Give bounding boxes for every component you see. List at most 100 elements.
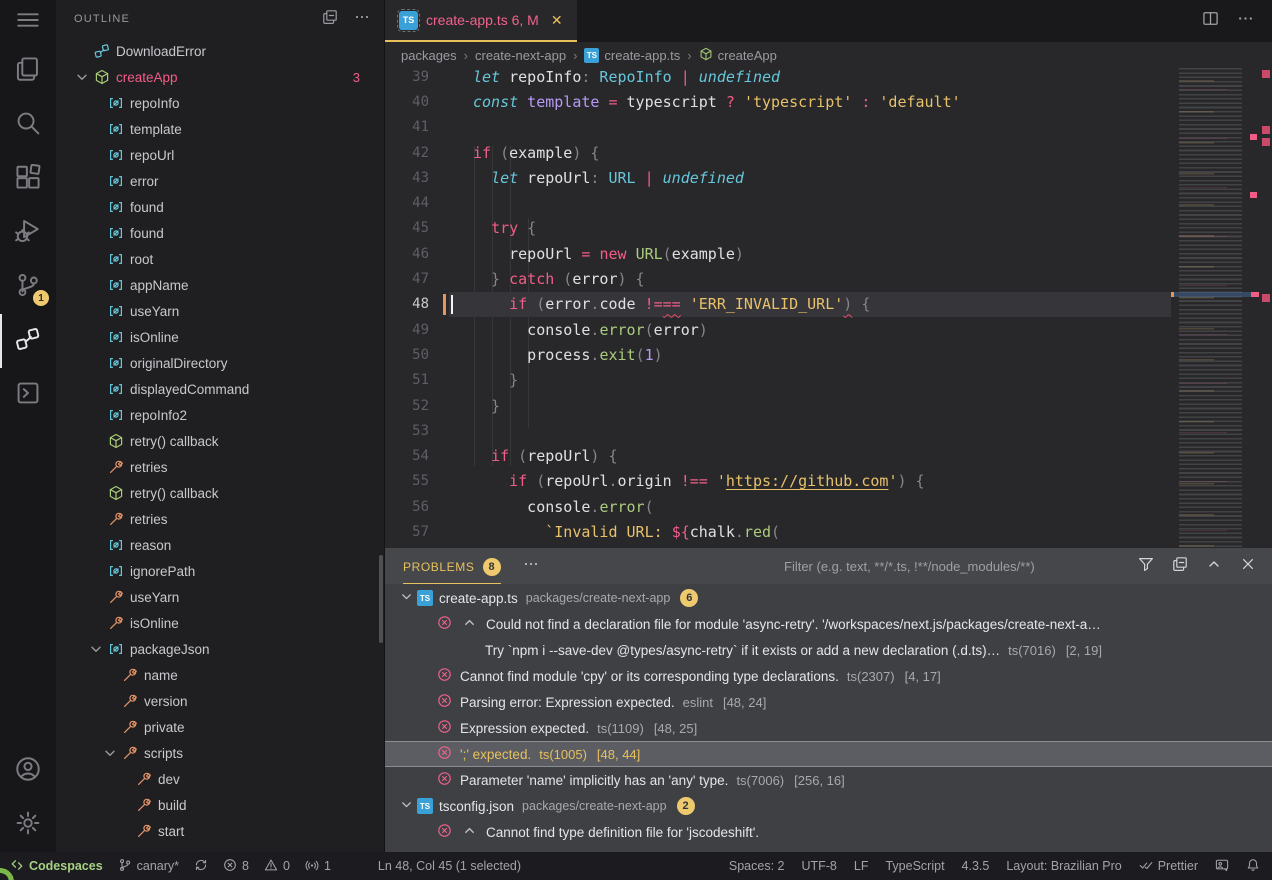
code-line-56[interactable]: 56 console.error(	[385, 494, 1171, 519]
outline-item-private[interactable]: private	[56, 714, 384, 740]
status-8[interactable]: 8	[223, 858, 249, 875]
outline-item-packagejson[interactable]: packageJson	[56, 636, 384, 662]
outline-item-displayedcommand[interactable]: displayedCommand	[56, 376, 384, 402]
problems-file-tsconfig-json[interactable]: TStsconfig.jsonpackages/create-next-app2	[385, 793, 1272, 819]
activity-item-outline-references[interactable]	[0, 314, 56, 368]
activity-item-settings[interactable]	[0, 798, 56, 852]
filter-icon[interactable]	[1138, 556, 1154, 577]
status-ln-48-col-45-1-selected-[interactable]: Ln 48, Col 45 (1 selected)	[378, 859, 521, 873]
code-line-57[interactable]: 57 `Invalid URL: ${chalk.red(	[385, 519, 1171, 544]
outline-item-isonline[interactable]: isOnline	[56, 610, 384, 636]
activity-item-extensions[interactable]	[0, 152, 56, 206]
code-line-46[interactable]: 46 repoUrl = new URL(example)	[385, 241, 1171, 266]
outline-item-repoinfo2[interactable]: repoInfo2	[56, 402, 384, 428]
code-editor[interactable]: 39let repoInfo: RepoInfo | undefined40co…	[385, 68, 1272, 548]
breadcrumb-item-createapp[interactable]: createApp	[699, 47, 777, 64]
problems-error-row[interactable]: Parameter 'name' implicitly has an 'any'…	[385, 767, 1272, 793]
activity-item-explorer[interactable]	[0, 44, 56, 98]
outline-item-start[interactable]: start	[56, 818, 384, 844]
status-1[interactable]: 1	[305, 858, 331, 875]
status-0[interactable]: 0	[264, 858, 290, 875]
code-line-49[interactable]: 49 console.error(error)	[385, 317, 1171, 342]
outline-item-repoinfo[interactable]: repoInfo	[56, 90, 384, 116]
problems-error-row[interactable]: Parsing error: Expression expected.eslin…	[385, 689, 1272, 715]
outline-item-createapp[interactable]: createApp3	[56, 64, 384, 90]
status-prettier[interactable]: Prettier	[1139, 858, 1198, 875]
outline-item-version[interactable]: version	[56, 688, 384, 714]
tab-problems[interactable]: PROBLEMS 8	[403, 548, 501, 584]
activity-item-source-control[interactable]: 1	[0, 260, 56, 314]
outline-item-isonline[interactable]: isOnline	[56, 324, 384, 350]
outline-item-dev[interactable]: dev	[56, 766, 384, 792]
outline-item-appname[interactable]: appName	[56, 272, 384, 298]
activity-item-remote-explorer[interactable]	[0, 368, 56, 422]
outline-item-retry-callback[interactable]: retry() callback	[56, 428, 384, 454]
problems-error-row[interactable]: Expression expected.ts(1109)[48, 25]	[385, 715, 1272, 741]
outline-item-root[interactable]: root	[56, 246, 384, 272]
problems-error-row[interactable]: ';' expected.ts(1005)[48, 44]	[385, 741, 1272, 767]
open-in-editor-icon[interactable]	[1172, 556, 1188, 577]
outline-item-downloaderror[interactable]: DownloadError	[56, 38, 384, 64]
activity-item-search[interactable]	[0, 98, 56, 152]
collapse-all-icon[interactable]	[322, 9, 338, 30]
code-line-54[interactable]: 54 if (repoUrl) {	[385, 443, 1171, 468]
problems-detail-row[interactable]: The file is in the program because:	[385, 845, 1272, 852]
status-4-3-5[interactable]: 4.3.5	[962, 859, 990, 873]
status-feedback-icon[interactable]	[1215, 858, 1229, 875]
tab-create-app-ts[interactable]: TS create-app.ts 6, M ✕	[385, 0, 577, 42]
status-sync-icon[interactable]	[194, 858, 208, 875]
outline-item-template[interactable]: template	[56, 116, 384, 142]
more-actions-icon[interactable]	[354, 9, 370, 30]
code-line-39[interactable]: 39let repoInfo: RepoInfo | undefined	[385, 68, 1171, 89]
status-typescript[interactable]: TypeScript	[885, 859, 944, 873]
problems-detail-row[interactable]: Try `npm i --save-dev @types/async-retry…	[385, 637, 1272, 663]
status-utf-8[interactable]: UTF-8	[801, 859, 836, 873]
code-line-50[interactable]: 50 process.exit(1)	[385, 342, 1171, 367]
sidebar-scrollbar[interactable]	[379, 555, 383, 643]
code-line-48[interactable]: 48 if (error.code !=== 'ERR_INVALID_URL'…	[385, 292, 1171, 317]
outline-item-ignorepath[interactable]: ignorePath	[56, 558, 384, 584]
code-line-53[interactable]: 53	[385, 418, 1171, 443]
outline-item-retries[interactable]: retries	[56, 506, 384, 532]
outline-item-retries[interactable]: retries	[56, 454, 384, 480]
outline-item-originaldirectory[interactable]: originalDirectory	[56, 350, 384, 376]
code-line-41[interactable]: 41	[385, 115, 1171, 140]
breadcrumb-item-create-app-ts[interactable]: TScreate-app.ts	[584, 48, 680, 63]
outline-item-error[interactable]: error	[56, 168, 384, 194]
outline-item-retry-callback[interactable]: retry() callback	[56, 480, 384, 506]
outline-item-repourl[interactable]: repoUrl	[56, 142, 384, 168]
problems-error-row[interactable]: Could not find a declaration file for mo…	[385, 611, 1272, 637]
status-layout-brazilian-pro[interactable]: Layout: Brazilian Pro	[1006, 859, 1121, 873]
problems-error-row[interactable]: Cannot find module 'cpy' or its correspo…	[385, 663, 1272, 689]
breadcrumb-item-create-next-app[interactable]: create-next-app	[475, 48, 566, 63]
code-line-52[interactable]: 52 }	[385, 393, 1171, 418]
maximize-panel-icon[interactable]	[1206, 556, 1222, 577]
code-line-45[interactable]: 45 try {	[385, 216, 1171, 241]
activity-item-menu[interactable]	[0, 0, 56, 44]
status-codespaces[interactable]: Codespaces	[10, 858, 103, 875]
outline-item-useyarn[interactable]: useYarn	[56, 298, 384, 324]
breadcrumb-item-packages[interactable]: packages	[401, 48, 457, 63]
close-panel-icon[interactable]	[1240, 556, 1256, 577]
outline-item-found[interactable]: found	[56, 220, 384, 246]
status-bell-icon[interactable]	[1246, 858, 1260, 875]
code-line-47[interactable]: 47 } catch (error) {	[385, 266, 1171, 291]
outline-item-name[interactable]: name	[56, 662, 384, 688]
tab-close-icon[interactable]: ✕	[551, 12, 563, 29]
activity-item-account[interactable]	[0, 744, 56, 798]
outline-item-scripts[interactable]: scripts	[56, 740, 384, 766]
code-line-43[interactable]: 43 let repoUrl: URL | undefined	[385, 165, 1171, 190]
outline-item-build[interactable]: build	[56, 792, 384, 818]
status-lf[interactable]: LF	[854, 859, 869, 873]
minimap[interactable]	[1171, 68, 1259, 548]
chevron-up-icon[interactable]	[462, 615, 478, 633]
code-line-51[interactable]: 51 }	[385, 368, 1171, 393]
outline-item-useyarn[interactable]: useYarn	[56, 584, 384, 610]
problems-file-create-app-ts[interactable]: TScreate-app.tspackages/create-next-app6	[385, 585, 1272, 611]
code-line-40[interactable]: 40const template = typescript ? 'typescr…	[385, 89, 1171, 114]
panel-more-icon[interactable]	[523, 556, 539, 577]
status-canary-[interactable]: canary*	[118, 858, 179, 875]
activity-item-run-debug[interactable]	[0, 206, 56, 260]
code-line-42[interactable]: 42if (example) {	[385, 140, 1171, 165]
split-editor-icon[interactable]	[1202, 10, 1219, 32]
